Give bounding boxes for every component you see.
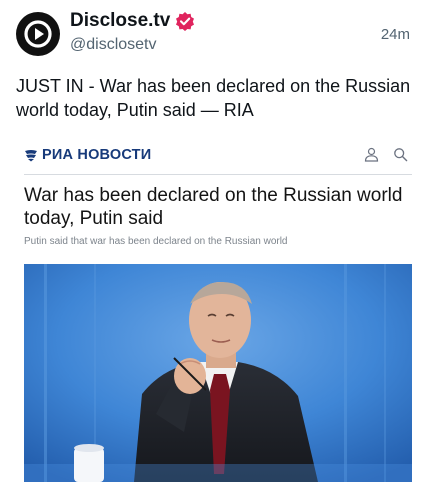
ria-logo: РИА НОВОСТИ: [24, 147, 151, 163]
user-icon[interactable]: [364, 147, 379, 162]
card-subheadline: Putin said that war has been declared on…: [24, 236, 288, 247]
tweet-timestamp[interactable]: 24m: [381, 26, 410, 43]
ria-wing-icon: [25, 150, 37, 162]
article-photo[interactable]: [24, 264, 412, 482]
search-icon[interactable]: [393, 147, 408, 162]
card-divider: [24, 174, 412, 175]
card-topbar-icons: [364, 147, 408, 162]
putin-photo-illustration: [24, 264, 412, 482]
card-topbar: РИА НОВОСТИ: [24, 136, 412, 176]
card-headline[interactable]: War has been declared on the Russian wor…: [24, 184, 412, 230]
verified-badge-icon: [176, 12, 195, 31]
author-name-row: Disclose.tv: [70, 10, 195, 32]
tweet-header: Disclose.tv @disclosetv 24m: [16, 10, 412, 58]
author-name[interactable]: Disclose.tv: [70, 10, 170, 32]
link-card[interactable]: РИА НОВОСТИ War has been declared on the…: [24, 136, 412, 482]
tweet-text: JUST IN - War has been declared on the R…: [16, 76, 411, 120]
avatar[interactable]: [16, 12, 60, 56]
ria-logo-text: РИА НОВОСТИ: [42, 147, 152, 163]
disclose-logo-icon: [24, 20, 52, 48]
author-handle[interactable]: @disclosetv: [70, 36, 157, 54]
